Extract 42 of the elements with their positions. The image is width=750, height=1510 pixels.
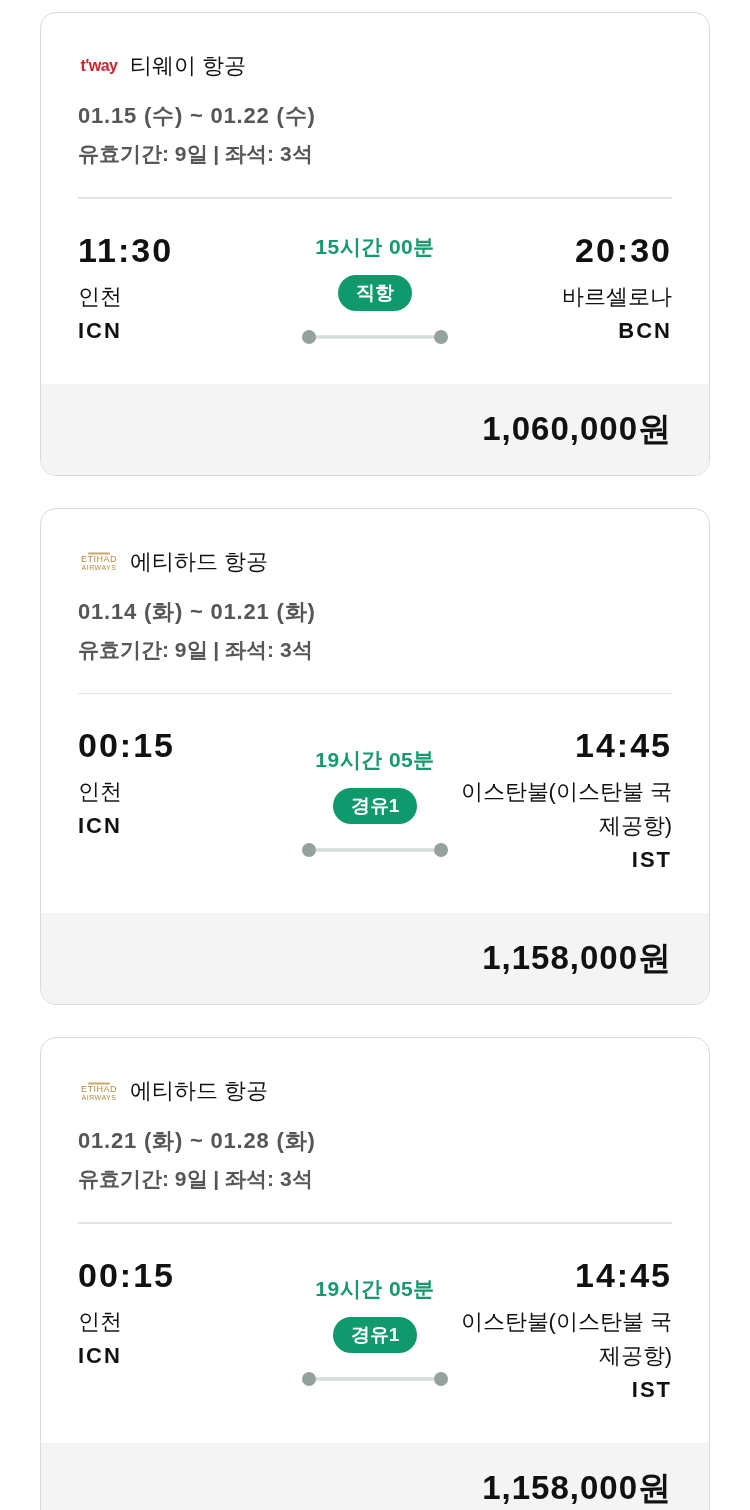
departure-airport-code: ICN xyxy=(78,1341,122,1370)
arrival-airport-code: IST xyxy=(631,846,672,874)
validity-seats-info: 유효기간: 9일 | 좌석: 3석 xyxy=(78,636,314,663)
departure-time: 00:15 xyxy=(78,1254,175,1295)
airline-name: 에티하드 항공 xyxy=(130,547,269,576)
travel-dates: 01.21 (화) ~ 01.28 (화) xyxy=(78,1127,317,1155)
arrival-airport-code: BCN xyxy=(618,316,672,345)
departure-airport-code: ICN xyxy=(78,316,122,345)
arrival-time: 20:30 xyxy=(575,229,672,270)
price: 1,158,000원 xyxy=(482,938,672,978)
route-type-badge: 경유1 xyxy=(332,787,418,824)
departure-city: 인천 xyxy=(78,1307,122,1336)
price: 1,060,000원 xyxy=(482,408,672,449)
arrival-city: 바르셀로나 xyxy=(562,282,672,311)
arrival-airport-code: IST xyxy=(631,1375,672,1404)
flight-duration: 15시간 00분 xyxy=(315,234,435,260)
airline-name: 티웨이 항공 xyxy=(130,52,247,80)
airline-name: 에티하드 항공 xyxy=(130,1077,269,1105)
departure-time: 00:15 xyxy=(78,725,175,765)
arrival-city: 이스탄불(이스탄불 국제공항) xyxy=(459,1307,672,1370)
arrival-city: 이스탄불(이스탄불 국제공항) xyxy=(459,778,672,840)
price: 1,158,000원 xyxy=(482,1467,672,1508)
departure-time: 11:30 xyxy=(78,229,174,270)
validity-seats-info: 유효기간: 9일 | 좌석: 3석 xyxy=(78,1166,314,1192)
airline-logo-text: t'way xyxy=(80,57,118,75)
airline-logo-text: ETIHAD xyxy=(81,555,117,564)
departure-city: 인천 xyxy=(78,778,122,806)
travel-dates: 01.14 (화) ~ 01.21 (화) xyxy=(78,597,317,626)
airline-logo-text: ETIHAD xyxy=(81,1084,117,1094)
logo-script-drawing xyxy=(88,1081,110,1085)
flight-duration: 19시간 05분 xyxy=(315,1276,435,1302)
arrival-time: 14:45 xyxy=(575,725,672,765)
arrival-time: 14:45 xyxy=(575,1254,672,1295)
validity-seats-info: 유효기간: 9일 | 좌석: 3석 xyxy=(78,141,314,167)
route-type-badge: 직항 xyxy=(338,275,412,311)
route-type-badge: 경유1 xyxy=(332,1317,418,1353)
departure-city: 인천 xyxy=(78,282,122,311)
flight-card[interactable]: t'way 티웨이 항공 01.15 (수) ~ 01.22 (수) 유효기간: 9일 | 좌석: 3석 11:30 인천 ICN 15시간 00분 직항 20:30 바르셀로나 BCN 1,060,000원 xyxy=(40,12,710,476)
departure-airport-code: ICN xyxy=(78,812,122,840)
travel-dates: 01.15 (수) ~ 01.22 (수) xyxy=(78,102,317,130)
logo-script-drawing xyxy=(88,552,110,555)
flight-duration: 19시간 05분 xyxy=(315,746,435,773)
